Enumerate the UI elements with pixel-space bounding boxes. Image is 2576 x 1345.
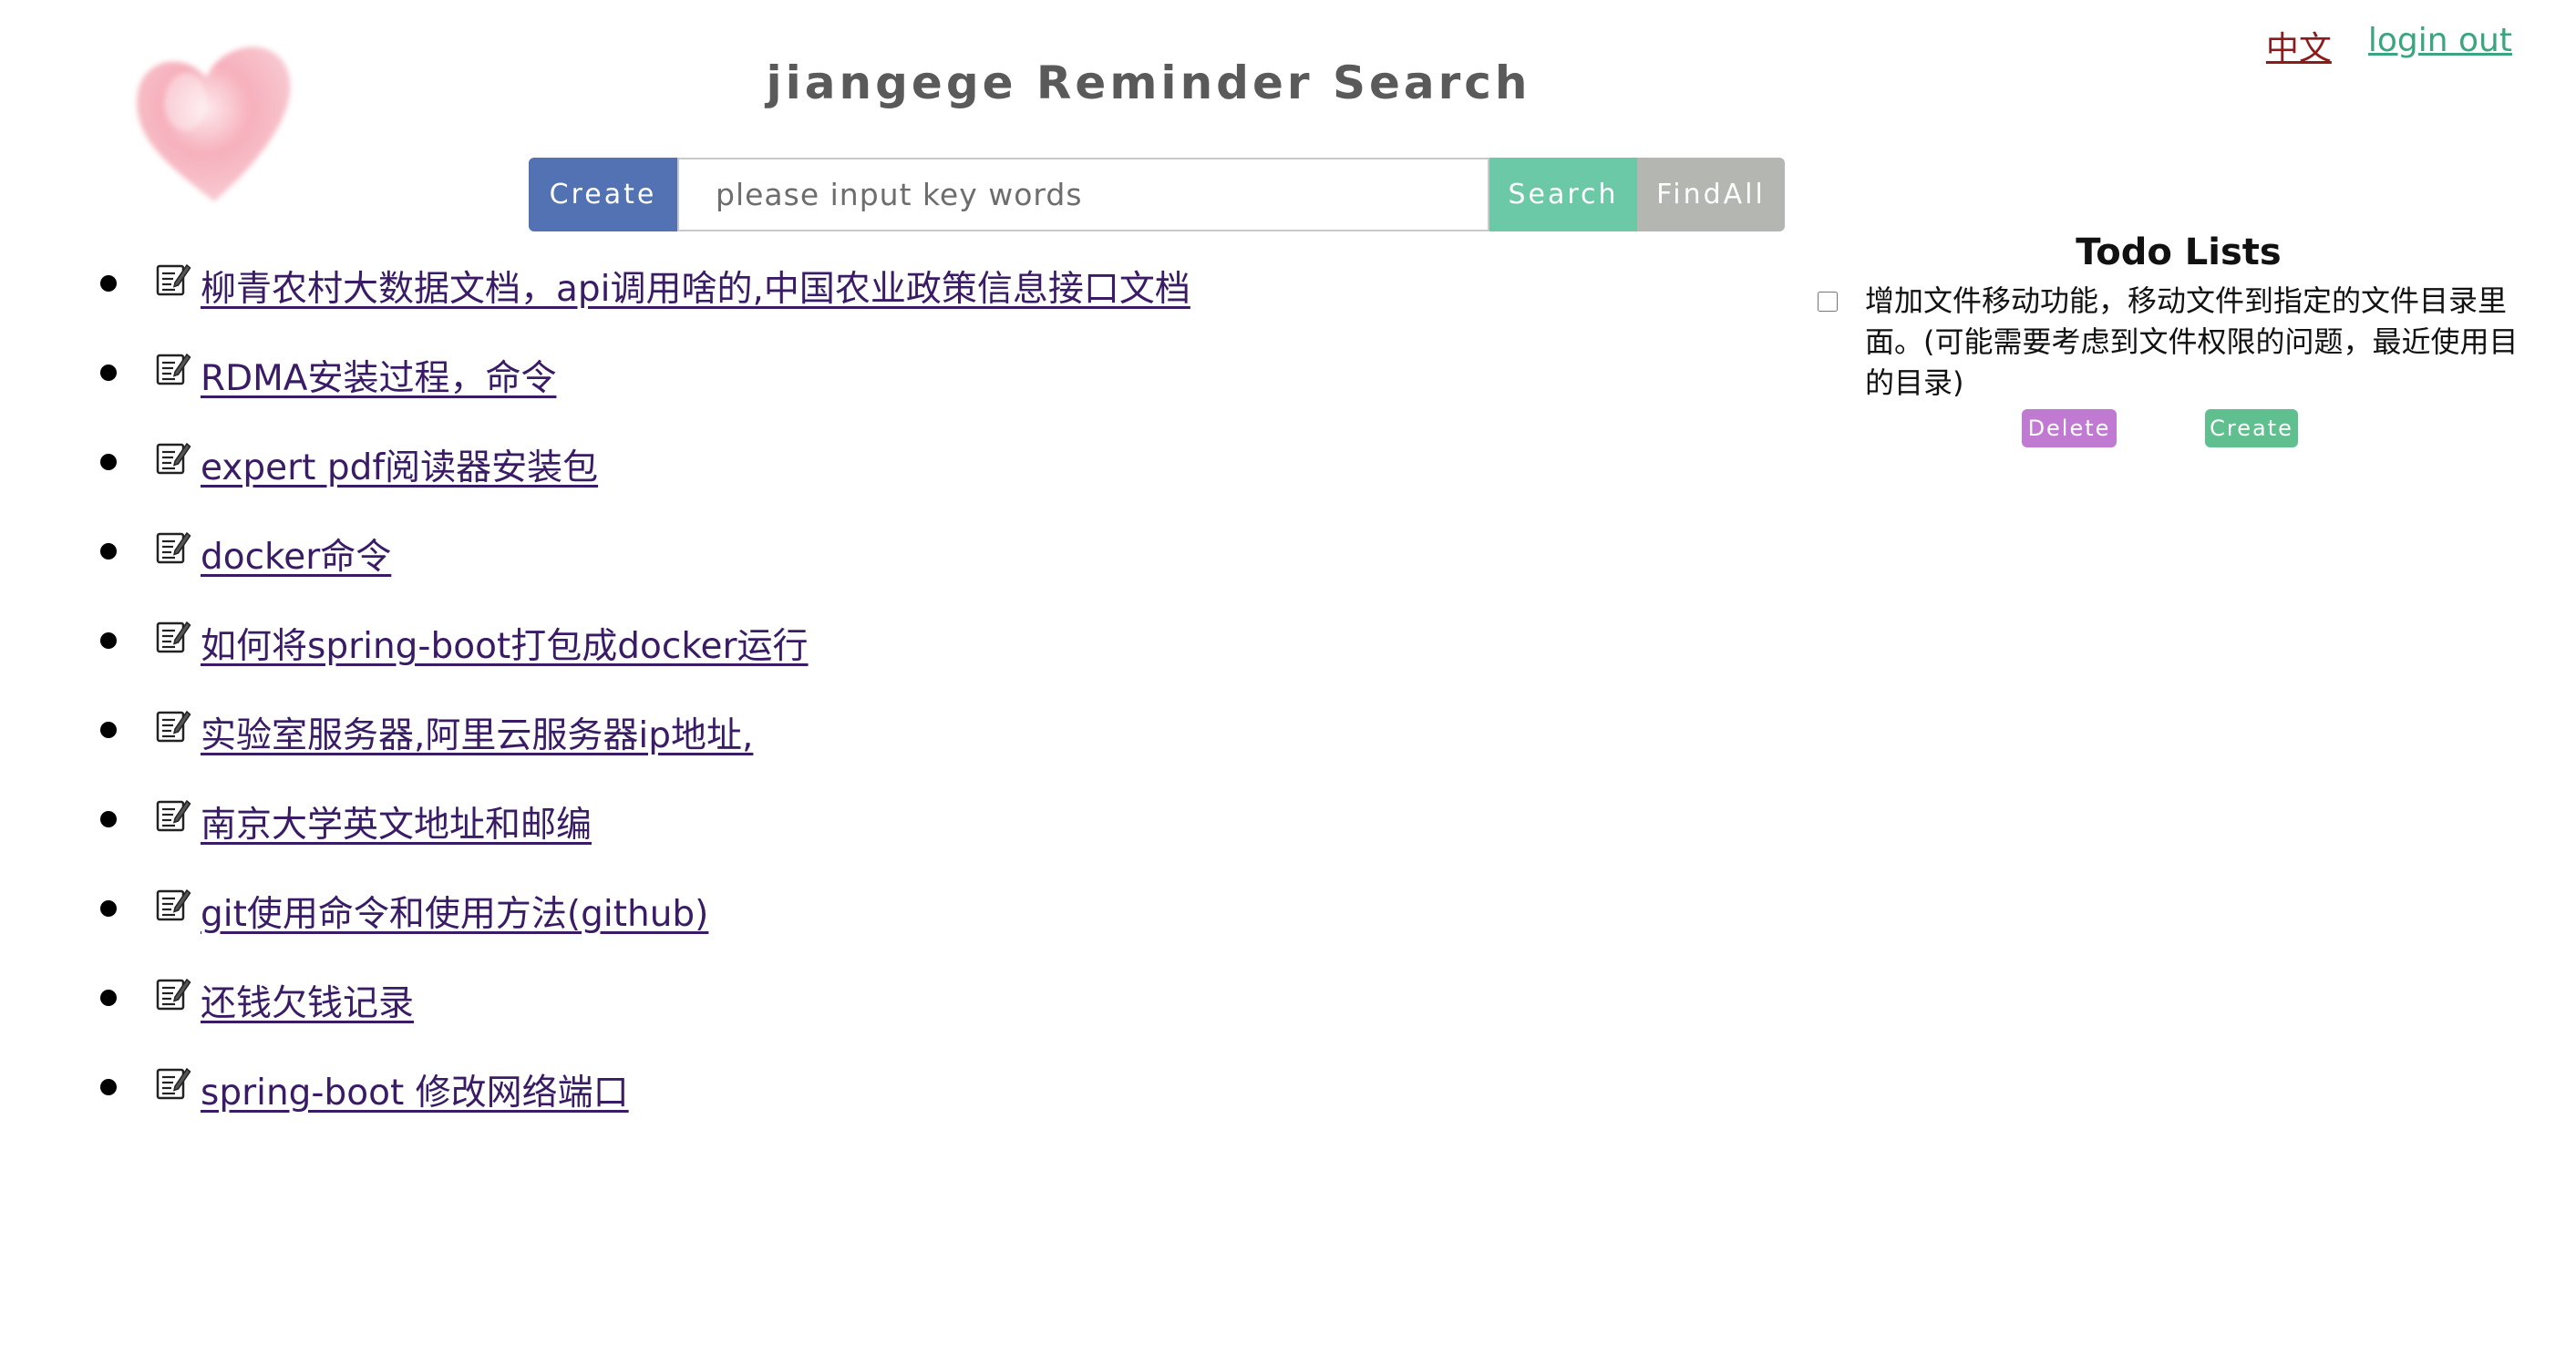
todo-actions: Delete Create: [1814, 409, 2543, 449]
list-item: docker命令: [100, 529, 1190, 618]
list-item: 柳青农村大数据文档，api调用啥的,中国农业政策信息接口文档: [100, 261, 1190, 350]
memo-icon: [156, 799, 191, 832]
create-button[interactable]: Create: [529, 158, 677, 231]
memo-icon: [156, 442, 191, 475]
bullet-icon: [100, 543, 117, 560]
memo-icon: [156, 710, 191, 743]
list-item: 南京大学英文地址和邮编: [100, 796, 1190, 886]
reminder-link[interactable]: 南京大学英文地址和邮编: [201, 796, 592, 847]
memo-icon: [156, 531, 191, 564]
todo-checkbox[interactable]: [1818, 292, 1838, 312]
todo-text: 增加文件移动功能，移动文件到指定的文件目录里面。(可能需要考虑到文件权限的问题，…: [1865, 283, 2519, 400]
findall-button[interactable]: FindAll: [1637, 158, 1785, 231]
search-button[interactable]: Search: [1489, 158, 1637, 231]
bullet-icon: [100, 632, 117, 649]
list-item: expert pdf阅读器安装包: [100, 439, 1190, 529]
memo-icon: [156, 353, 191, 385]
reminder-link[interactable]: spring-boot 修改网络端口: [201, 1064, 629, 1115]
reminder-link[interactable]: 实验室服务器,阿里云服务器ip地址,: [201, 707, 753, 758]
bullet-icon: [100, 275, 117, 292]
bullet-icon: [100, 811, 117, 827]
memo-icon: [156, 1067, 191, 1100]
memo-icon: [156, 888, 191, 921]
bullet-icon: [100, 454, 117, 470]
list-item: 实验室服务器,阿里云服务器ip地址,: [100, 707, 1190, 796]
list-item: spring-boot 修改网络端口: [100, 1064, 1190, 1154]
list-item: 如何将spring-boot打包成docker运行: [100, 618, 1190, 707]
list-item: 还钱欠钱记录: [100, 975, 1190, 1064]
todo-create-button[interactable]: Create: [2205, 409, 2298, 447]
language-switch-link[interactable]: 中文: [2266, 22, 2332, 69]
reminder-link[interactable]: 如何将spring-boot打包成docker运行: [201, 618, 809, 669]
todo-delete-button[interactable]: Delete: [2022, 409, 2117, 447]
reminder-link[interactable]: git使用命令和使用方法(github): [201, 886, 708, 937]
search-bar: Create Search FindAll: [529, 158, 1785, 231]
memo-icon: [156, 263, 191, 296]
list-item: git使用命令和使用方法(github): [100, 886, 1190, 975]
memo-icon: [156, 621, 191, 653]
todo-panel: Todo Lists 增加文件移动功能，移动文件到指定的文件目录里面。(可能需要…: [1814, 231, 2543, 449]
reminder-link[interactable]: RDMA安装过程，命令: [201, 350, 556, 401]
bullet-icon: [100, 900, 117, 917]
todo-item: 增加文件移动功能，移动文件到指定的文件目录里面。(可能需要考虑到文件权限的问题，…: [1814, 281, 2543, 404]
reminder-link[interactable]: 还钱欠钱记录: [201, 975, 414, 1026]
todo-title: Todo Lists: [2076, 231, 2282, 273]
bullet-icon: [100, 722, 117, 738]
reminder-link[interactable]: expert pdf阅读器安装包: [201, 439, 598, 490]
top-links: 中文 login out: [2266, 22, 2512, 69]
search-input[interactable]: [677, 158, 1489, 231]
memo-icon: [156, 978, 191, 1011]
reminder-link[interactable]: docker命令: [201, 529, 391, 580]
reminder-list: 柳青农村大数据文档，api调用啥的,中国农业政策信息接口文档 RDMA安装过程，…: [100, 261, 1190, 1154]
page-title: jiangege Reminder Search: [766, 56, 1531, 109]
reminder-link[interactable]: 柳青农村大数据文档，api调用啥的,中国农业政策信息接口文档: [201, 261, 1190, 312]
list-item: RDMA安装过程，命令: [100, 350, 1190, 439]
bullet-icon: [100, 1079, 117, 1095]
bullet-icon: [100, 364, 117, 381]
logout-link[interactable]: login out: [2368, 22, 2512, 69]
bullet-icon: [100, 990, 117, 1006]
